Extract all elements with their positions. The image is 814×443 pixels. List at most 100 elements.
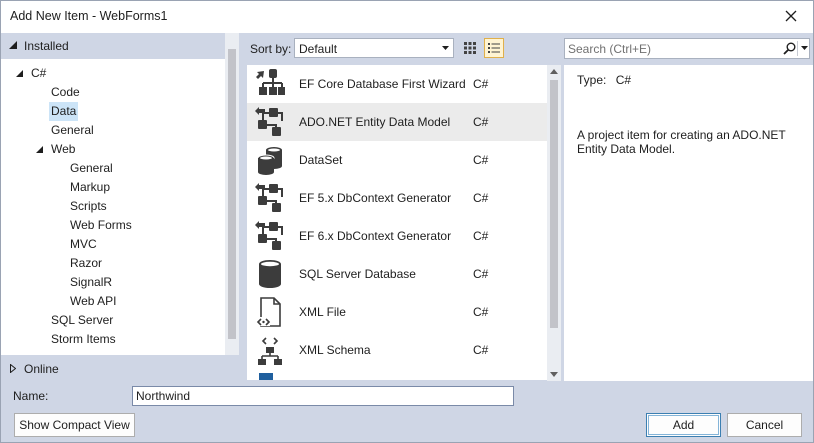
installed-label: Installed [24,39,69,53]
item-template-row[interactable]: ADO.NET Entity Data Model C# [247,103,547,141]
item-template-name: EF Core Database First Wizard [299,77,466,91]
tree-item[interactable]: General [68,159,115,178]
item-template-language: C# [473,115,489,129]
item-toolbar: Sort by: Default [239,33,559,63]
tree-item-label: Markup [70,180,111,194]
tree-item[interactable]: SQL Server [49,311,115,330]
item-template-list: EF Core Database First Wizard C# ADO.NET E… [247,65,547,380]
tree-item-label: Scripts [70,199,107,213]
tree-item[interactable]: General [49,121,96,140]
name-input[interactable] [132,386,514,406]
item-template-row[interactable]: DataSet C# [247,141,547,179]
details-pane: Type: C# A project item for creating an … [564,65,813,381]
xml-file-icon [256,297,281,327]
tree-item-label: MVC [70,237,97,251]
entity-model-icon [255,107,283,136]
tree-item-label: Code [51,85,80,99]
item-template-row[interactable]: XML Schema C# [247,331,547,369]
tree-item-label: Web Forms [70,218,132,232]
item-list-scrollbar[interactable] [547,65,561,381]
installed-header[interactable]: Installed [1,33,239,59]
grid-view-icon [464,42,476,54]
list-view-button[interactable] [484,38,504,58]
add-new-item-dialog: Add New Item - WebForms1 Installed C# Cod… [0,0,814,443]
item-template-language: C# [473,267,489,281]
type-row: Type: C# [577,73,631,87]
item-template-row[interactable]: SQL Server Database C# [247,255,547,293]
item-template-language: C# [473,343,489,357]
name-label: Name: [13,389,49,403]
tree-item[interactable]: Web [49,140,77,159]
tree-item-label: Web [51,142,76,156]
item-template-row[interactable]: EF 5.x DbContext Generator C# [247,179,547,217]
item-template-name: XML File [299,305,346,319]
tree-item[interactable]: MVC [68,235,99,254]
tree-item[interactable]: Web Forms [68,216,134,235]
entity-model-icon [255,183,283,212]
tree-item-label: General [70,161,113,175]
item-template-row[interactable]: XML File C# [247,293,547,331]
tree-item[interactable]: Markup [68,178,112,197]
online-header[interactable]: Online [1,355,239,381]
tree-item-label: General [51,123,94,137]
tree-item[interactable]: Web API [68,292,118,311]
database-icon [259,260,281,288]
chevron-down-icon [442,46,449,50]
search-separator [797,41,798,56]
online-label: Online [24,362,59,376]
item-template-language: C# [473,305,489,319]
item-template-name: EF 6.x DbContext Generator [299,229,452,243]
search-icon[interactable] [783,42,796,55]
entity-model-icon [255,221,283,250]
tree-item-label: Razor [70,256,103,270]
add-button[interactable]: Add [646,413,721,437]
item-template-row[interactable]: EF 6.x DbContext Generator C# [247,217,547,255]
tree-item-label: SignalR [70,275,113,289]
tree-item[interactable]: Storm Items [49,330,118,349]
tree-item[interactable]: Razor [68,254,104,273]
item-template-name: EF 5.x DbContext Generator [299,191,452,205]
tree-item[interactable]: C# [29,64,48,83]
tree-scrollbar-thumb[interactable] [228,49,236,339]
tree-expand-arrow-icon[interactable] [36,146,43,153]
scroll-down-arrow-icon[interactable] [550,372,558,377]
xml-schema-icon [258,337,282,365]
grid-view-button[interactable] [460,38,480,58]
tree-scrollbar[interactable] [225,33,239,355]
item-template-name: ADO.NET Entity Data Model [299,115,451,129]
cancel-button[interactable]: Cancel [727,413,802,437]
category-tree: C# Code Data General Web General Markup Scripts… [1,59,225,355]
category-tree-pane: Installed C# Code Data General Web General Mar… [1,33,239,381]
item-template-name: DataSet [299,153,343,167]
type-label: Type: [577,73,607,87]
close-button[interactable] [769,1,813,31]
item-template-language: C# [473,77,489,91]
next-item-icon-partial [259,373,273,380]
tree-expand-arrow-icon[interactable] [16,70,23,77]
dialog-footer: Name: Show Compact View Add Cancel [1,381,813,442]
sort-by-dropdown[interactable]: Default [294,38,454,58]
list-view-icon [488,43,500,53]
dialog-title: Add New Item - WebForms1 [10,9,168,23]
search-input[interactable] [568,41,768,56]
tree-item[interactable]: Scripts [68,197,109,216]
title-bar: Add New Item - WebForms1 [1,1,813,33]
show-compact-view-button[interactable]: Show Compact View [14,413,135,437]
item-template-language: C# [473,229,489,243]
sort-by-label: Sort by: [250,42,292,56]
item-description: A project item for creating an ADO.NET E… [577,128,786,156]
item-template-row[interactable]: EF Core Database First Wizard C# [247,65,547,103]
tree-item[interactable]: Code [49,83,82,102]
tree-item-label: Web API [70,294,117,308]
item-template-name: SQL Server Database [299,267,416,281]
search-box[interactable] [564,38,810,59]
dialog-body: Installed C# Code Data General Web General Mar… [1,33,813,381]
scroll-up-arrow-icon[interactable] [550,69,558,74]
tree-item-label: C# [31,66,47,80]
item-list-scrollbar-thumb[interactable] [550,80,558,328]
tree-item[interactable]: SignalR [68,273,114,292]
tree-item-label: SQL Server [51,313,114,327]
search-options-chevron-icon[interactable] [801,46,808,50]
sort-by-value: Default [299,42,338,56]
tree-item[interactable]: Data [49,102,79,121]
